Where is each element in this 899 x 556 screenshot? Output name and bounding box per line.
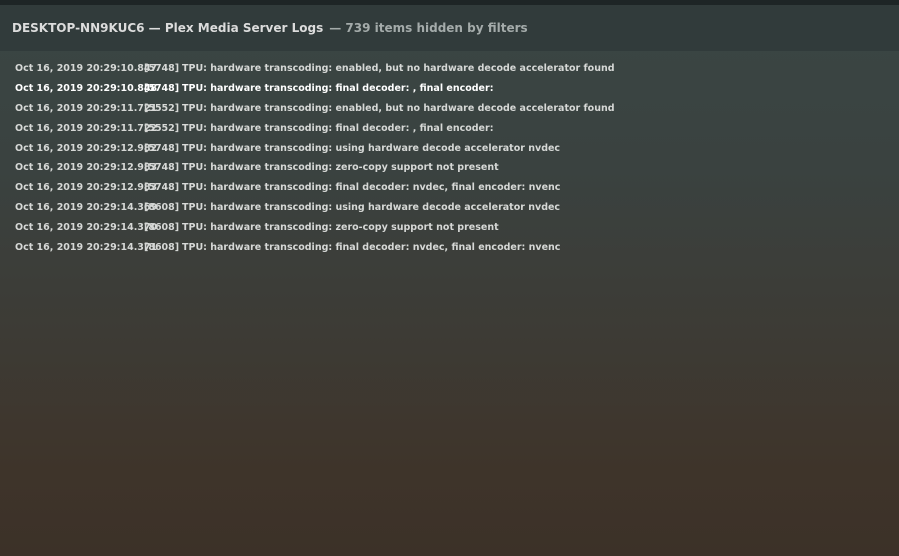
log-entry[interactable]: Oct 16, 2019 20:29:10.847 [5748] TPU: ha… xyxy=(15,59,885,79)
log-timestamp: Oct 16, 2019 20:29:14.369 xyxy=(15,201,158,213)
log-timestamp: Oct 16, 2019 20:29:14.371 xyxy=(15,241,158,253)
log-timestamp: Oct 16, 2019 20:29:11.722 xyxy=(15,122,158,134)
log-entry[interactable]: Oct 16, 2019 20:29:14.370 [8608] TPU: ha… xyxy=(15,217,885,237)
log-process-id: [5748] xyxy=(144,162,180,174)
log-message: TPU: hardware transcoding: zero-copy sup… xyxy=(182,162,499,174)
log-message: TPU: hardware transcoding: using hardwar… xyxy=(182,201,561,213)
log-process-id: [5552] xyxy=(144,102,180,114)
log-entry[interactable]: Oct 16, 2019 20:29:10.848 [5748] TPU: ha… xyxy=(15,79,885,99)
log-message: TPU: hardware transcoding: enabled, but … xyxy=(182,102,615,114)
log-header: DESKTOP-NN9KUC6 — Plex Media Server Logs… xyxy=(0,5,899,51)
log-entry[interactable]: Oct 16, 2019 20:29:11.722 [5552] TPU: ha… xyxy=(15,118,885,138)
log-entry[interactable]: Oct 16, 2019 20:29:12.982 [5748] TPU: ha… xyxy=(15,138,885,158)
log-message: TPU: hardware transcoding: using hardwar… xyxy=(182,142,561,154)
page-title: DESKTOP-NN9KUC6 — Plex Media Server Logs xyxy=(12,21,324,35)
log-timestamp: Oct 16, 2019 20:29:12.983 xyxy=(15,182,158,194)
log-timestamp: Oct 16, 2019 20:29:11.721 xyxy=(15,102,158,114)
log-process-id: [5748] xyxy=(144,182,180,194)
log-entry[interactable]: Oct 16, 2019 20:29:11.721 [5552] TPU: ha… xyxy=(15,99,885,119)
log-timestamp: Oct 16, 2019 20:29:14.370 xyxy=(15,221,158,233)
log-message: TPU: hardware transcoding: final decoder… xyxy=(182,122,494,134)
log-timestamp: Oct 16, 2019 20:29:12.983 xyxy=(15,162,158,174)
log-timestamp: Oct 16, 2019 20:29:10.848 xyxy=(15,83,158,95)
log-process-id: [8608] xyxy=(144,241,180,253)
log-message: TPU: hardware transcoding: enabled, but … xyxy=(182,63,615,75)
log-process-id: [8608] xyxy=(144,221,180,233)
log-process-id: [5748] xyxy=(144,63,180,75)
log-entry[interactable]: Oct 16, 2019 20:29:12.983 [5748] TPU: ha… xyxy=(15,158,885,178)
log-process-id: [5748] xyxy=(144,142,180,154)
log-entry[interactable]: Oct 16, 2019 20:29:14.371 [8608] TPU: ha… xyxy=(15,237,885,257)
log-process-id: [5748] xyxy=(144,83,180,95)
log-process-id: [8608] xyxy=(144,201,180,213)
log-message: TPU: hardware transcoding: zero-copy sup… xyxy=(182,221,499,233)
log-message: TPU: hardware transcoding: final decoder… xyxy=(182,182,561,194)
log-message: TPU: hardware transcoding: final decoder… xyxy=(182,241,561,253)
log-entry[interactable]: Oct 16, 2019 20:29:14.369 [8608] TPU: ha… xyxy=(15,198,885,218)
log-entry[interactable]: Oct 16, 2019 20:29:12.983 [5748] TPU: ha… xyxy=(15,178,885,198)
log-timestamp: Oct 16, 2019 20:29:10.847 xyxy=(15,63,158,75)
log-list: Oct 16, 2019 20:29:10.847 [5748] TPU: ha… xyxy=(15,59,885,257)
log-timestamp: Oct 16, 2019 20:29:12.982 xyxy=(15,142,158,154)
hidden-items-note[interactable]: — 739 items hidden by filters xyxy=(329,21,527,35)
log-process-id: [5552] xyxy=(144,122,180,134)
log-message: TPU: hardware transcoding: final decoder… xyxy=(182,83,494,95)
